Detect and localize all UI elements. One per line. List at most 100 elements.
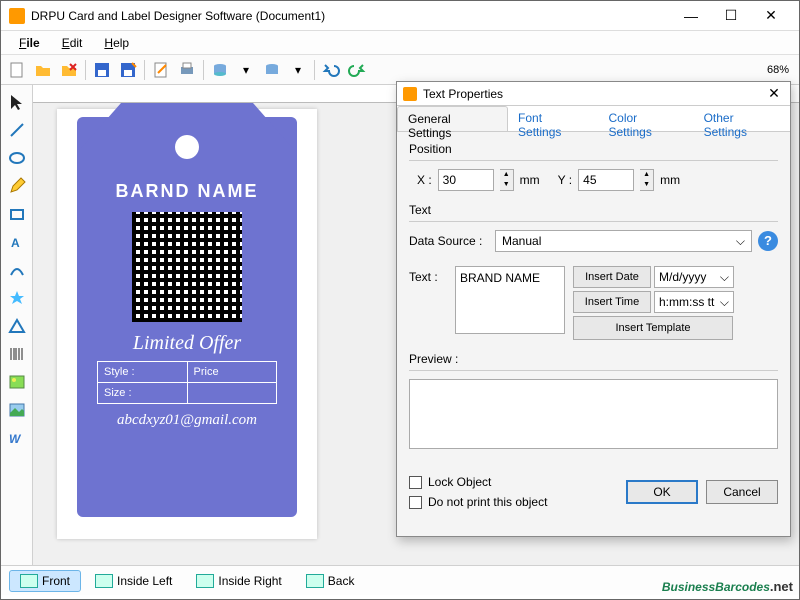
redo-icon[interactable]	[345, 58, 369, 82]
text-tool-icon[interactable]: A	[4, 229, 30, 255]
dialog-title: Text Properties	[423, 87, 764, 101]
dialog-icon	[403, 87, 417, 101]
ellipse-tool-icon[interactable]	[4, 145, 30, 171]
text-label: Text :	[409, 266, 447, 284]
chevron-down-icon: ⌵	[720, 270, 729, 285]
ok-button[interactable]: OK	[626, 480, 698, 504]
maximize-button[interactable]: ☐	[711, 2, 751, 30]
insert-time-button[interactable]: Insert Time	[573, 291, 651, 313]
page-tab-inside-right[interactable]: Inside Right	[186, 571, 291, 591]
zoom-level[interactable]: 68%	[761, 64, 795, 76]
close-button[interactable]: ✕	[751, 2, 791, 30]
watermark: BusinessBarcodes.net	[662, 574, 793, 597]
lock-label: Lock Object	[428, 475, 491, 489]
menubar: File Edit Help	[1, 31, 799, 55]
data-source-select[interactable]: Manual⌵	[495, 230, 752, 252]
db-arrow2-icon[interactable]: ▾	[286, 58, 310, 82]
wordart-tool-icon[interactable]: W	[4, 425, 30, 451]
tag-email-text[interactable]: abcdxyz01@gmail.com	[91, 412, 283, 429]
text-input[interactable]: BRAND NAME	[455, 266, 565, 334]
qr-code[interactable]	[132, 212, 242, 322]
line-tool-icon[interactable]	[4, 117, 30, 143]
tag-hole	[175, 135, 199, 159]
barcode-tool-icon[interactable]	[4, 341, 30, 367]
help-icon[interactable]: ?	[758, 231, 778, 251]
y-input[interactable]: 45	[578, 169, 634, 191]
y-unit: mm	[660, 173, 680, 187]
lock-checkbox[interactable]	[409, 476, 422, 489]
image-tool-icon[interactable]	[4, 369, 30, 395]
tab-font[interactable]: Font Settings	[508, 106, 598, 131]
price-value	[187, 383, 277, 403]
pencil-tool-icon[interactable]	[4, 173, 30, 199]
x-label: X :	[417, 173, 432, 187]
page-icon	[95, 574, 113, 588]
time-format-select[interactable]: h:mm:ss tt⌵	[654, 291, 734, 313]
titlebar: DRPU Card and Label Designer Software (D…	[1, 1, 799, 31]
tag-brand-text[interactable]: BARND NAME	[91, 181, 283, 202]
window-title: DRPU Card and Label Designer Software (D…	[31, 9, 671, 23]
save-as-icon[interactable]	[116, 58, 140, 82]
y-spinner[interactable]: ▲▼	[640, 169, 654, 191]
tag-offer-text[interactable]: Limited Offer	[91, 332, 283, 355]
insert-template-button[interactable]: Insert Template	[573, 316, 733, 340]
data-source-label: Data Source :	[409, 234, 489, 248]
page-tab-front[interactable]: Front	[9, 570, 81, 592]
preview-box	[409, 379, 778, 449]
y-label: Y :	[558, 173, 572, 187]
dialog-titlebar[interactable]: Text Properties ✕	[397, 82, 790, 106]
tag-table[interactable]: Style : Price Size :	[97, 361, 277, 404]
minimize-button[interactable]: —	[671, 2, 711, 30]
edit-icon[interactable]	[149, 58, 173, 82]
size-label: Size :	[98, 383, 187, 403]
tab-general[interactable]: General Settings	[397, 106, 508, 131]
date-format-select[interactable]: M/d/yyyy⌵	[654, 266, 734, 288]
dialog-close-button[interactable]: ✕	[764, 85, 784, 102]
x-unit: mm	[520, 173, 540, 187]
triangle-tool-icon[interactable]	[4, 313, 30, 339]
db-arrow-icon[interactable]: ▾	[234, 58, 258, 82]
menu-file[interactable]: File	[9, 33, 50, 53]
x-input[interactable]: 30	[438, 169, 494, 191]
page-icon	[196, 574, 214, 588]
db-icon[interactable]	[208, 58, 232, 82]
close-doc-icon[interactable]	[57, 58, 81, 82]
insert-date-button[interactable]: Insert Date	[573, 266, 651, 288]
svg-text:W: W	[9, 432, 22, 446]
rect-tool-icon[interactable]	[4, 201, 30, 227]
undo-icon[interactable]	[319, 58, 343, 82]
noprint-label: Do not print this object	[428, 495, 547, 509]
x-spinner[interactable]: ▲▼	[500, 169, 514, 191]
chevron-down-icon: ⌵	[720, 295, 729, 310]
pointer-tool-icon[interactable]	[4, 89, 30, 115]
tool-sidebar: A W	[1, 85, 33, 565]
tab-color[interactable]: Color Settings	[599, 106, 694, 131]
arc-tool-icon[interactable]	[4, 257, 30, 283]
tab-other[interactable]: Other Settings	[694, 106, 790, 131]
save-icon[interactable]	[90, 58, 114, 82]
label-tag[interactable]: BARND NAME Limited Offer Style : Price S…	[77, 117, 297, 517]
svg-text:A: A	[11, 236, 20, 250]
price-label: Price	[187, 362, 277, 382]
chevron-down-icon: ⌵	[736, 234, 745, 249]
page-tab-back[interactable]: Back	[296, 571, 365, 591]
star-tool-icon[interactable]	[4, 285, 30, 311]
page-icon	[306, 574, 324, 588]
page-tab-inside-left[interactable]: Inside Left	[85, 571, 182, 591]
position-group-label: Position	[409, 142, 778, 156]
menu-help[interactable]: Help	[94, 33, 139, 53]
open-icon[interactable]	[31, 58, 55, 82]
picture-tool-icon[interactable]	[4, 397, 30, 423]
noprint-checkbox[interactable]	[409, 496, 422, 509]
print-icon[interactable]	[175, 58, 199, 82]
style-label: Style :	[98, 362, 187, 382]
cancel-button[interactable]: Cancel	[706, 480, 778, 504]
db-export-icon[interactable]	[260, 58, 284, 82]
text-group-label: Text	[409, 203, 778, 217]
menu-edit[interactable]: Edit	[52, 33, 93, 53]
new-icon[interactable]	[5, 58, 29, 82]
design-canvas[interactable]: BARND NAME Limited Offer Style : Price S…	[57, 109, 317, 539]
dialog-tabs: General Settings Font Settings Color Set…	[397, 106, 790, 132]
app-icon	[9, 8, 25, 24]
text-properties-dialog: Text Properties ✕ General Settings Font …	[396, 81, 791, 537]
